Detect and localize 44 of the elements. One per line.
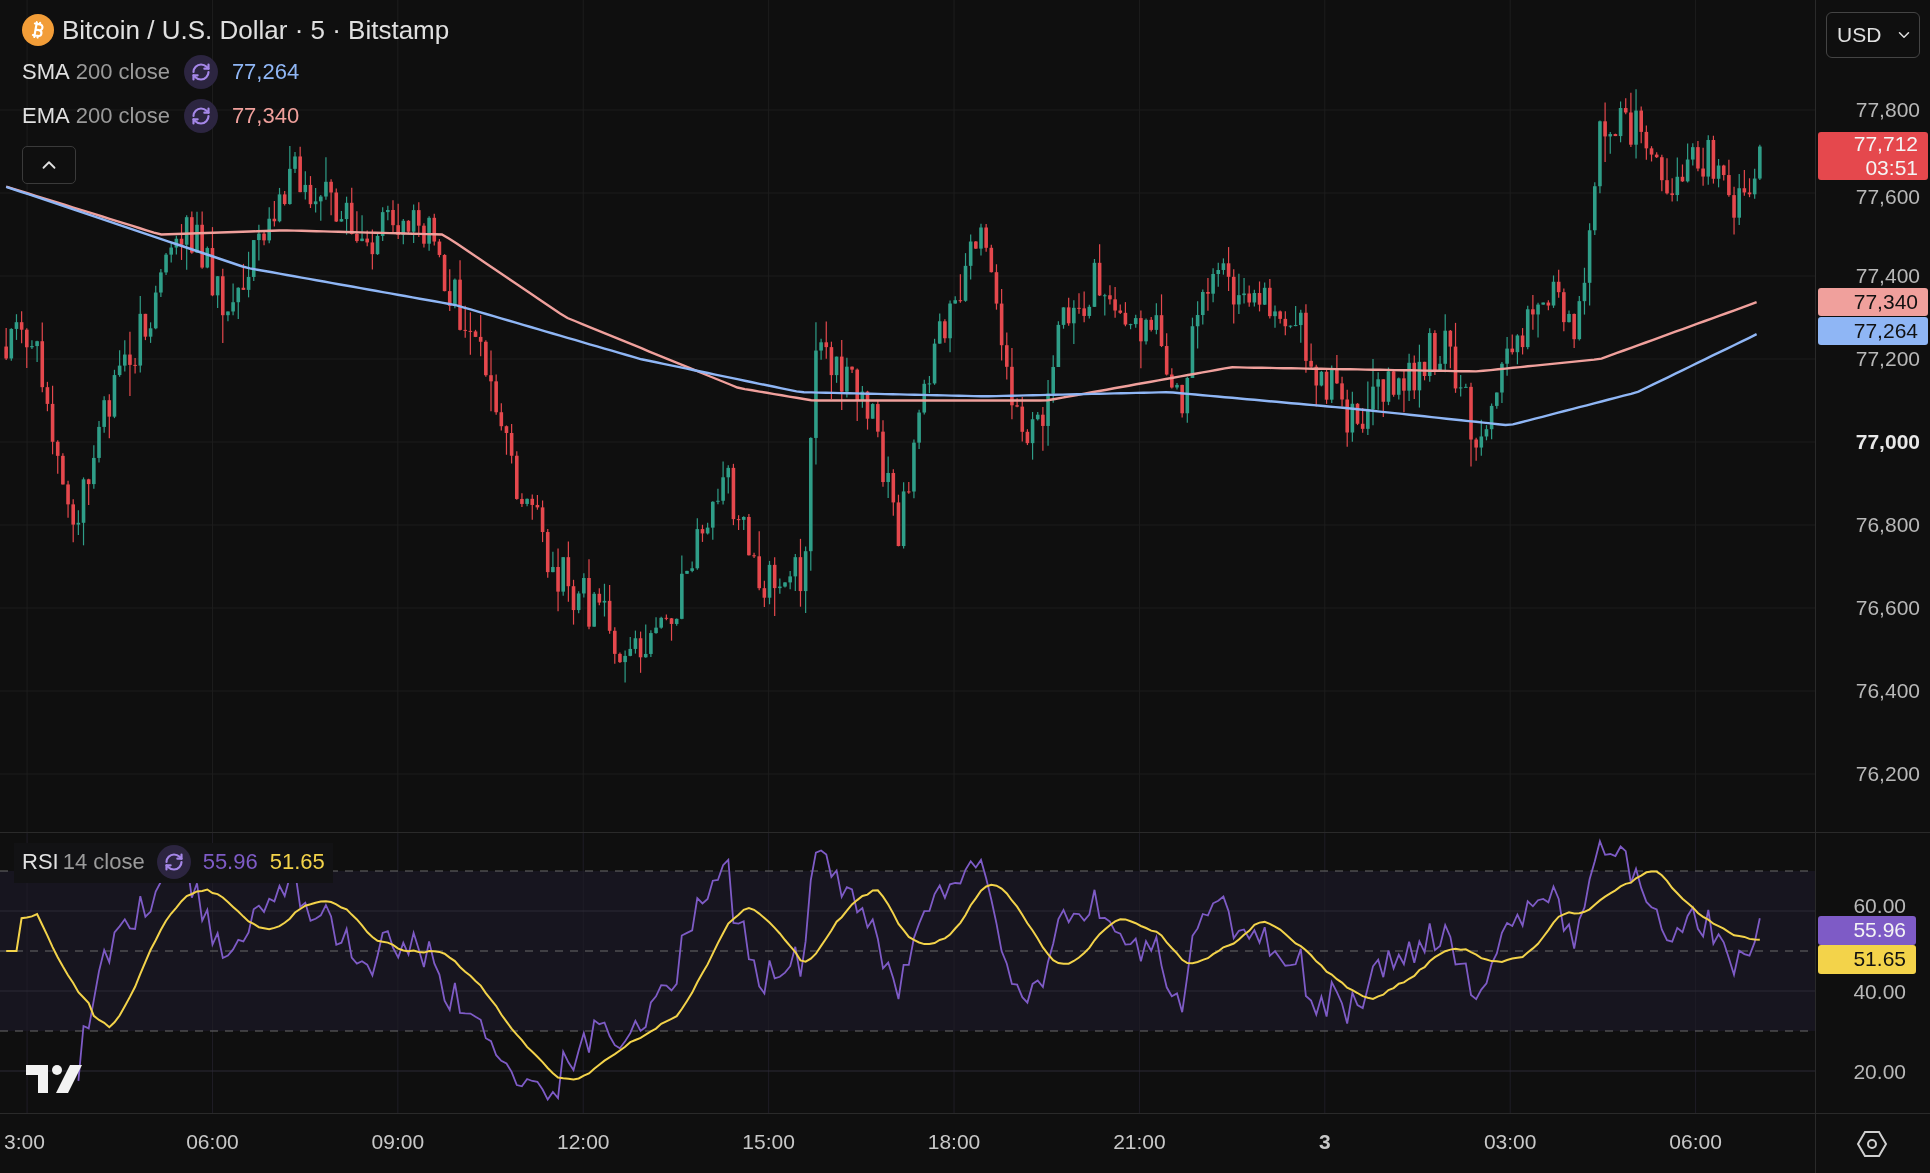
indicator-value: 77,264: [231, 59, 300, 85]
indicator-params: 200 close: [75, 59, 170, 85]
indicator-name: SMA: [22, 59, 70, 85]
price-tick: 76,400: [1855, 680, 1920, 702]
coin-icon: [22, 14, 54, 46]
price-tick: 77,800: [1855, 99, 1920, 121]
indicator-value: 55.96: [202, 848, 258, 875]
logo-icon: [26, 1064, 84, 1093]
price-badge: 77,712 03:51: [1818, 132, 1928, 180]
indicator-name: RSI: [22, 848, 59, 875]
price-tick: 77,000: [1855, 431, 1920, 453]
sync-icon[interactable]: [183, 55, 218, 89]
indicator-params: 14 close: [62, 848, 145, 875]
time-tick: 06:00: [1669, 1130, 1722, 1155]
time-tick: 09:00: [371, 1130, 425, 1155]
rsi-badge: 51.65: [1818, 944, 1916, 974]
currency-select[interactable]: USD: [1826, 12, 1921, 58]
price-tick: 77,400: [1855, 265, 1920, 287]
price-tick: 77,200: [1855, 348, 1920, 370]
sync-icon[interactable]: [156, 844, 191, 879]
time-tick: 18:00: [927, 1130, 981, 1155]
price-tick: 76,200: [1855, 763, 1920, 785]
time-tick: 3: [1318, 1130, 1331, 1155]
rsi-tick: 20.00: [1853, 1060, 1906, 1083]
price-tick: 77,600: [1855, 186, 1920, 208]
indicator-params: 200 close: [75, 103, 170, 129]
price-tick: 76,600: [1855, 597, 1920, 619]
time-tick: 21:00: [1113, 1130, 1166, 1155]
rsi-badge: 55.96: [1818, 915, 1916, 945]
price-badge: 77,340: [1818, 288, 1928, 316]
indicator-value: 77,340: [231, 103, 300, 129]
symbol-title: Bitcoin / U.S. Dollar · 5 · Bitstamp: [62, 14, 450, 46]
time-tick: 03:00: [1483, 1130, 1537, 1155]
time-tick: 12:00: [556, 1130, 610, 1155]
sync-icon[interactable]: [183, 99, 218, 133]
indicator-value: 51.65: [269, 848, 325, 875]
rsi-tick: 40.00: [1853, 980, 1906, 1003]
price-badge: 77,264: [1818, 317, 1928, 345]
price-tick: 76,800: [1855, 514, 1920, 536]
indicator-name: EMA: [22, 103, 70, 129]
time-tick: 3:00: [4, 1130, 45, 1155]
time-tick: 15:00: [742, 1130, 795, 1155]
rsi-tick: 60.00: [1853, 894, 1906, 917]
time-tick: 06:00: [186, 1130, 239, 1155]
